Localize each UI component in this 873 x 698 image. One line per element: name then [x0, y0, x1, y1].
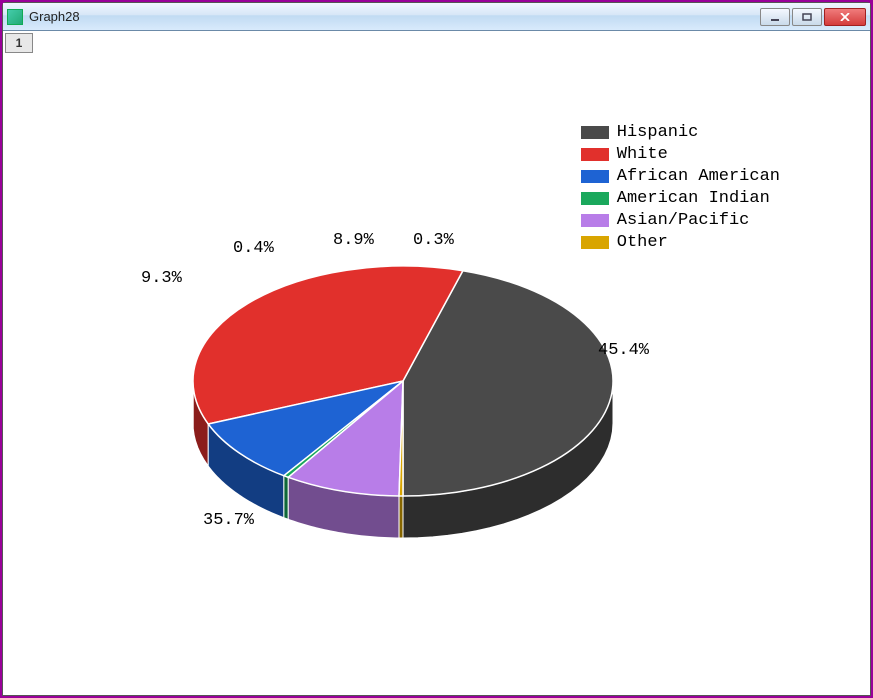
- legend-swatch: [581, 148, 609, 161]
- minimize-button[interactable]: [760, 8, 790, 26]
- legend-label: African American: [617, 167, 780, 186]
- minimize-icon: [770, 13, 780, 21]
- window-frame: Graph28 1 Hispanic White: [2, 2, 871, 696]
- titlebar[interactable]: Graph28: [3, 3, 870, 31]
- legend: Hispanic White African American American…: [581, 121, 780, 253]
- slice-label-afam: 9.3%: [141, 269, 182, 288]
- legend-item: White: [581, 143, 780, 165]
- slice-label-asian: 8.9%: [333, 231, 374, 250]
- slice-label-aind: 0.4%: [233, 239, 274, 258]
- legend-item: Hispanic: [581, 121, 780, 143]
- slice-label-other: 0.3%: [413, 231, 454, 250]
- window-title: Graph28: [29, 9, 760, 24]
- legend-swatch: [581, 214, 609, 227]
- legend-label: White: [617, 145, 668, 164]
- window-controls: [760, 8, 866, 26]
- tab-1[interactable]: 1: [5, 33, 33, 53]
- close-icon: [840, 13, 850, 21]
- legend-item: African American: [581, 165, 780, 187]
- maximize-button[interactable]: [792, 8, 822, 26]
- app-icon: [7, 9, 23, 25]
- slice-label-white: 35.7%: [203, 511, 254, 530]
- legend-swatch: [581, 126, 609, 139]
- window-content: 1 Hispanic White African American Ameri: [3, 31, 870, 695]
- close-button[interactable]: [824, 8, 866, 26]
- legend-item: Asian/Pacific: [581, 209, 780, 231]
- legend-label: Hispanic: [617, 123, 699, 142]
- legend-swatch: [581, 192, 609, 205]
- chart-area: Hispanic White African American American…: [13, 61, 860, 685]
- legend-label: Asian/Pacific: [617, 211, 750, 230]
- maximize-icon: [802, 13, 812, 21]
- legend-item: American Indian: [581, 187, 780, 209]
- slice-label-hispanic: 45.4%: [598, 341, 649, 360]
- legend-swatch: [581, 170, 609, 183]
- legend-label: American Indian: [617, 189, 770, 208]
